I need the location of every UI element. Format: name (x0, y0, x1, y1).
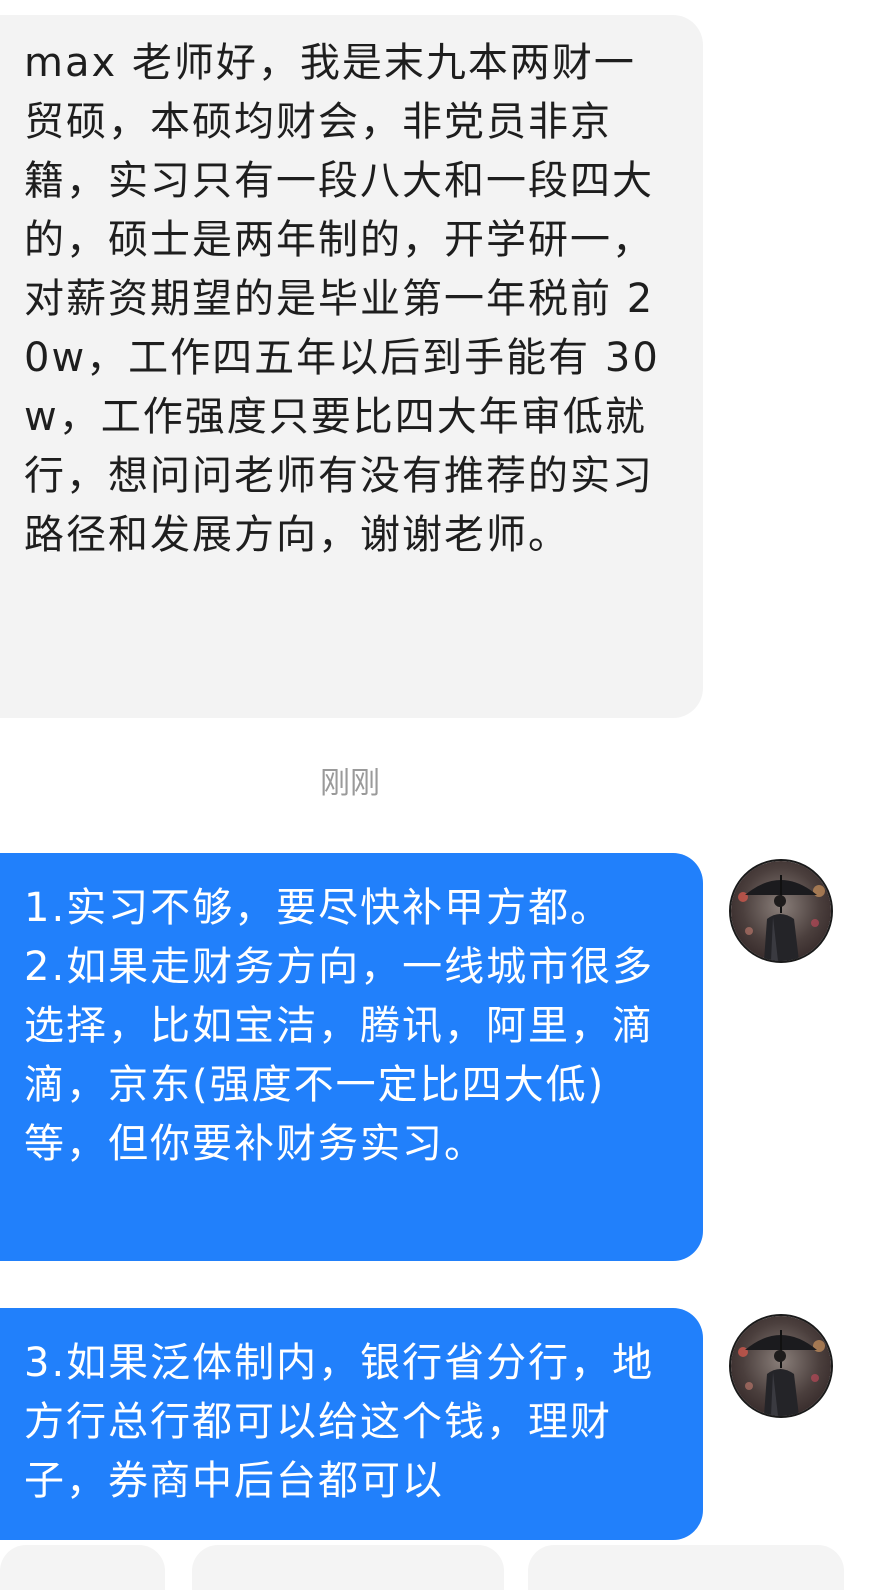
quick-action-chip[interactable] (528, 1545, 844, 1590)
outgoing-message-bubble[interactable]: 1.实习不够，要尽快补甲方都。 2.如果走财务方向，一线城市很多选择，比如宝洁，… (0, 853, 703, 1261)
incoming-message-bubble[interactable]: max 老师好，我是末九本两财一贸硕，本硕均财会，非党员非京籍，实习只有一段八大… (0, 15, 703, 718)
message-timestamp: 刚刚 (320, 767, 380, 800)
sender-avatar[interactable] (729, 859, 833, 963)
outgoing-message-bubble[interactable]: 3.如果泛体制内，银行省分行，地方行总行都可以给这个钱，理财子，券商中后台都可以 (0, 1308, 703, 1540)
person-with-umbrella-avatar-icon (731, 1316, 831, 1416)
quick-action-chip[interactable] (0, 1545, 165, 1590)
quick-action-chip[interactable] (192, 1545, 504, 1590)
person-with-umbrella-avatar-icon (731, 861, 831, 961)
sender-avatar[interactable] (729, 1314, 833, 1418)
